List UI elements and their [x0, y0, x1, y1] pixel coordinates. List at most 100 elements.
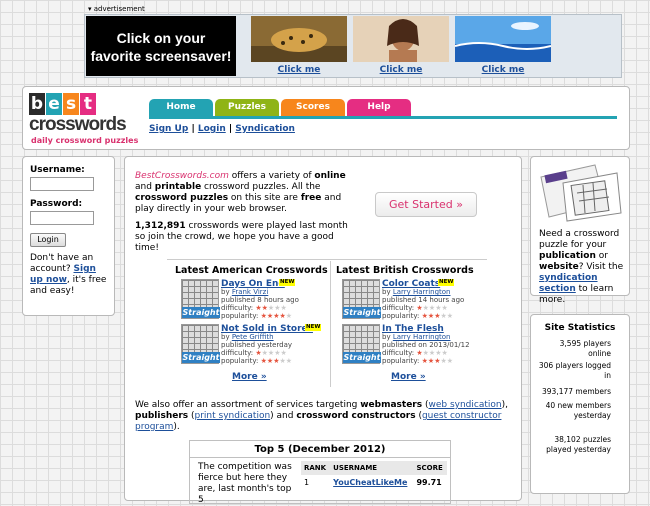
sub-navigation: Sign Up | Login | Syndication — [149, 124, 295, 134]
popularity-label: popularity: — [382, 312, 420, 320]
american-more-link[interactable]: More » — [232, 372, 267, 382]
intro-bold: online — [314, 171, 346, 181]
puzzle-difficulty: difficulty: ★★★★★ — [221, 349, 287, 357]
get-started-button[interactable]: Get Started » — [375, 192, 477, 217]
username-link[interactable]: YouCheatLikeMe — [333, 478, 407, 487]
logo-subtitle: daily crossword puzzles — [31, 136, 139, 145]
print-syndication-link[interactable]: print syndication — [195, 411, 271, 421]
popularity-stars: ★★★★★ — [422, 357, 453, 365]
intro-bold: printable — [154, 182, 202, 192]
puzzle-card: Straight Days On End NEW by Frank Virzi … — [181, 279, 341, 323]
table-row: 1 YouCheatLikeMe 99.71 — [301, 475, 447, 490]
star-empty-icon: ★ — [280, 304, 287, 312]
column-header-score: SCORE — [413, 461, 447, 475]
stat-value: 3,595 — [559, 339, 582, 348]
new-badge: NEW — [305, 324, 322, 331]
author-link[interactable]: Pete Griffith — [232, 333, 274, 341]
promo-fragment: ? Visit the — [578, 262, 624, 272]
puzzle-thumbnail[interactable]: Straight — [342, 324, 381, 364]
ad-headline-line1: Click on your — [116, 30, 206, 46]
rank-cell: 1 — [304, 478, 310, 487]
puzzle-thumbnail[interactable]: Straight — [181, 324, 220, 364]
difficulty-label: difficulty: — [221, 349, 254, 357]
services-fragment: ). — [173, 422, 180, 432]
main-content: BestCrosswords.com offers a variety of o… — [124, 156, 522, 505]
puzzle-popularity: popularity: ★★★★★ — [382, 312, 453, 320]
new-badge: NEW — [438, 279, 455, 286]
tab-scores[interactable]: Scores — [281, 99, 345, 116]
stat-label: members — [575, 387, 611, 396]
difficulty-label: difficulty: — [382, 304, 415, 312]
intro-text: BestCrosswords.com offers a variety of o… — [135, 171, 355, 215]
tab-puzzles[interactable]: Puzzles — [215, 99, 279, 116]
stat-value: 40 — [545, 401, 556, 410]
puzzle-thumbnail[interactable]: Straight — [181, 279, 220, 319]
web-syndication-link[interactable]: web syndication — [428, 400, 501, 410]
stat-label: players online — [583, 339, 611, 358]
puzzle-author-line: by Pete Griffith — [221, 333, 274, 341]
puzzle-author-line: by Larry Harrington — [382, 333, 450, 341]
services-fragment: ) and — [270, 411, 297, 421]
author-link[interactable]: Larry Harrington — [393, 333, 451, 341]
ad-woman-thumbnail[interactable] — [353, 16, 449, 62]
ad-click-link-3[interactable]: Click me — [455, 65, 551, 75]
british-more-link[interactable]: More » — [391, 372, 426, 382]
puzzle-author-line: by Frank Virzi — [221, 288, 268, 296]
puzzle-card: Straight Not Sold in Stores NEW by Pete … — [181, 324, 341, 368]
logo-letter-t: t — [80, 93, 96, 115]
tab-home[interactable]: Home — [149, 99, 213, 116]
puzzle-published: published yesterday — [221, 341, 293, 349]
services-bold: webmasters — [360, 400, 423, 410]
stat-new-members: 40 new members yesterday — [537, 401, 611, 421]
star-empty-icon: ★ — [441, 349, 448, 357]
puzzle-popularity: popularity: ★★★★★ — [221, 312, 292, 320]
star-empty-icon: ★ — [441, 304, 448, 312]
stat-puzzles-played: 38,102 puzzles played yesterday — [537, 435, 611, 455]
intro-fragment: on this site are — [228, 193, 301, 203]
top5-box: Top 5 (December 2012) The competition wa… — [189, 440, 451, 505]
divider — [167, 259, 487, 260]
by-label: by — [382, 333, 393, 341]
stat-players-online: 3,595 players online — [537, 339, 611, 359]
promo-fragment: or — [595, 251, 608, 261]
author-link[interactable]: Larry Harrington — [393, 288, 451, 296]
star-empty-icon: ★ — [280, 349, 287, 357]
ad-ocean-thumbnail[interactable] — [455, 16, 551, 62]
syndication-link[interactable]: Syndication — [235, 124, 295, 134]
played-count-text: 1,312,891 crosswords were played last mo… — [135, 221, 355, 254]
ad-leopard-thumbnail[interactable] — [251, 16, 347, 62]
password-input[interactable] — [30, 211, 94, 225]
stat-players-logged-in: 306 players logged in — [537, 361, 611, 381]
logo-word: crosswords — [29, 114, 127, 135]
popularity-label: popularity: — [382, 357, 420, 365]
intro-bold: crossword puzzles — [135, 193, 229, 203]
promo-bold: publication — [539, 251, 596, 261]
author-link[interactable]: Frank Virzi — [232, 288, 268, 296]
difficulty-stars: ★★★★★ — [416, 304, 447, 312]
tab-help[interactable]: Help — [347, 99, 411, 116]
top5-title: Top 5 (December 2012) — [190, 441, 450, 458]
ad-headline[interactable]: Click on your favorite screensaver! — [86, 16, 236, 76]
star-empty-icon: ★ — [446, 312, 454, 320]
puzzle-thumbnail[interactable]: Straight — [342, 279, 381, 319]
ad-click-link-2[interactable]: Click me — [353, 65, 449, 75]
american-heading: Latest American Crosswords — [175, 265, 328, 276]
username-label: Username: — [30, 165, 85, 175]
intro-fragment: offers a variety of — [228, 171, 315, 181]
username-input[interactable] — [30, 177, 94, 191]
stat-value: 306 — [538, 361, 554, 370]
difficulty-stars: ★★★★★ — [255, 349, 286, 357]
ad-banner: Click on your favorite screensaver! Clic… — [84, 14, 622, 78]
login-link[interactable]: Login — [198, 124, 226, 134]
puzzle-badge: Straight — [182, 307, 220, 318]
british-heading: Latest British Crosswords — [336, 265, 474, 276]
ad-click-link-1[interactable]: Click me — [251, 65, 347, 75]
stat-value: 38,102 — [554, 435, 581, 444]
signup-link[interactable]: Sign Up — [149, 124, 188, 134]
ad-headline-line2: favorite screensaver! — [90, 48, 232, 64]
services-bold: publishers — [135, 411, 189, 421]
newspaper-crossword-image[interactable] — [537, 163, 623, 223]
login-button[interactable]: Login — [30, 233, 66, 247]
promo-bold: website — [539, 262, 579, 272]
star-empty-icon: ★ — [285, 312, 293, 320]
